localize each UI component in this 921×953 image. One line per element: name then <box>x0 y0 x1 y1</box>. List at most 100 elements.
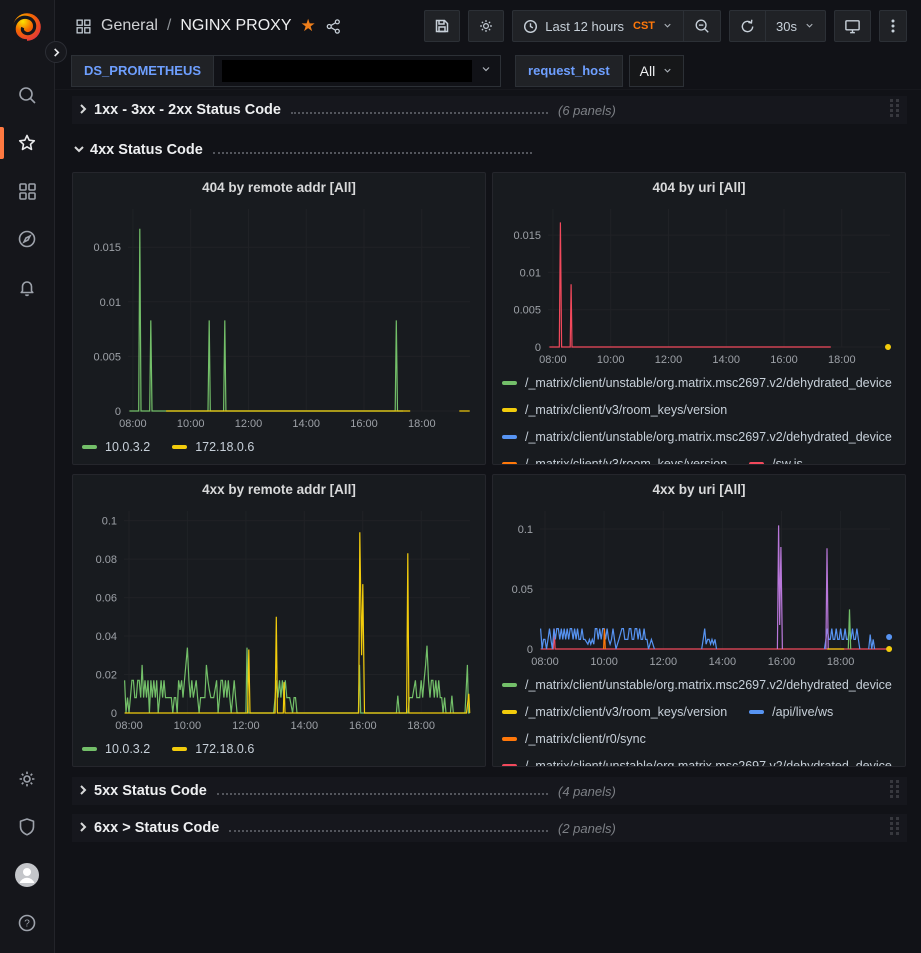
sidebar-item-help[interactable]: ? <box>0 899 54 947</box>
request-host-label[interactable]: request_host <box>515 55 623 87</box>
refresh-interval-label: 30s <box>776 19 797 34</box>
sidebar-item-explore[interactable] <box>0 215 54 263</box>
row-header-1xx-3xx-2xx[interactable]: 1xx - 3xx - 2xx Status Code (6 panels) <box>72 96 907 124</box>
legend-label: /_matrix/client/unstable/org.matrix.msc2… <box>525 678 892 692</box>
legend-item[interactable]: 172.18.0.6 <box>172 440 254 454</box>
svg-text:16:00: 16:00 <box>770 354 798 366</box>
legend-item[interactable]: 172.18.0.6 <box>172 742 254 756</box>
legend-row: /_matrix/client/unstable/org.matrix.msc2… <box>502 752 900 767</box>
time-series-chart[interactable]: 00.020.040.060.080.108:0010:0012:0014:00… <box>78 503 480 735</box>
sidebar-item-server-admin[interactable] <box>0 803 54 851</box>
svg-text:18:00: 18:00 <box>827 656 855 668</box>
sidebar-item-alerting[interactable] <box>0 263 54 311</box>
legend-swatch <box>502 435 517 439</box>
time-series-chart[interactable]: 00.0050.010.01508:0010:0012:0014:0016:00… <box>498 201 900 369</box>
svg-text:?: ? <box>24 919 30 930</box>
legend-row: /_matrix/client/v3/room_keys/version <box>502 396 900 423</box>
legend-item[interactable]: /_matrix/client/unstable/org.matrix.msc2… <box>502 759 892 768</box>
legend-item[interactable]: /_matrix/client/unstable/org.matrix.msc2… <box>502 678 892 692</box>
panel-title[interactable]: 4xx by uri [All] <box>498 475 900 503</box>
legend-label: /_matrix/client/v3/room_keys/version <box>525 457 727 466</box>
question-circle-icon: ? <box>17 913 37 933</box>
legend-item[interactable]: /_matrix/client/r0/sync <box>502 732 646 746</box>
chart-plot-area[interactable]: 00.050.108:0010:0012:0014:0016:0018:00 <box>498 503 898 671</box>
svg-text:0: 0 <box>527 644 533 656</box>
save-dashboard-button[interactable] <box>424 10 460 42</box>
chevron-right-icon <box>78 822 88 832</box>
panel-title[interactable]: 404 by uri [All] <box>498 173 900 201</box>
legend-item[interactable]: /_matrix/client/v3/room_keys/version <box>502 705 727 719</box>
apps-icon <box>75 18 92 35</box>
legend-label: 172.18.0.6 <box>195 440 254 454</box>
row-title: 5xx Status Code <box>94 783 207 799</box>
row-drag-handle[interactable] <box>889 779 901 804</box>
chevron-right-icon <box>78 104 88 114</box>
zoom-out-time-button[interactable] <box>683 11 720 41</box>
svg-text:14:00: 14:00 <box>291 720 319 732</box>
row-drag-handle[interactable] <box>889 816 901 841</box>
time-series-chart[interactable]: 00.050.108:0010:0012:0014:0016:0018:00 <box>498 503 900 671</box>
dashboard-header: General / NGINX PROXY ★ Last 12 hours CS… <box>55 0 921 52</box>
legend-label: /_matrix/client/unstable/org.matrix.msc2… <box>525 430 892 444</box>
share-icon[interactable] <box>325 18 342 35</box>
legend-item[interactable]: /sw.js <box>749 457 803 466</box>
svg-text:12:00: 12:00 <box>650 656 678 668</box>
time-range-picker[interactable]: Last 12 hours CST <box>513 11 683 41</box>
search-icon <box>17 85 37 105</box>
legend-item[interactable]: /_matrix/client/v3/room_keys/version <box>502 403 727 417</box>
svg-text:0.1: 0.1 <box>102 516 117 528</box>
refresh-button[interactable] <box>730 11 765 41</box>
legend-item[interactable]: /_matrix/client/v3/room_keys/version <box>502 457 727 466</box>
row-header-5xx[interactable]: 5xx Status Code (4 panels) <box>72 777 907 805</box>
gear-icon <box>17 769 37 789</box>
row-drag-handle[interactable] <box>889 98 901 123</box>
favorite-star-icon[interactable]: ★ <box>301 16 316 36</box>
breadcrumb-folder[interactable]: General <box>101 17 158 35</box>
legend-label: /_matrix/client/v3/room_keys/version <box>525 705 727 719</box>
request-host-select[interactable]: All <box>629 55 685 87</box>
refresh-interval-picker[interactable]: 30s <box>765 11 825 41</box>
svg-text:0: 0 <box>111 708 117 720</box>
row-header-4xx[interactable]: 4xx Status Code <box>72 136 907 164</box>
legend-swatch <box>82 747 97 751</box>
more-options-button[interactable] <box>879 10 907 42</box>
grafana-logo-icon[interactable] <box>10 10 44 49</box>
svg-text:0.04: 0.04 <box>96 631 117 643</box>
svg-text:14:00: 14:00 <box>709 656 737 668</box>
chart-plot-area[interactable]: 00.0050.010.01508:0010:0012:0014:0016:00… <box>78 201 478 433</box>
chart-plot-area[interactable]: 00.020.040.060.080.108:0010:0012:0014:00… <box>78 503 478 735</box>
legend-row: /_matrix/client/unstable/org.matrix.msc2… <box>502 369 900 396</box>
breadcrumb: General / NGINX PROXY ★ <box>75 16 342 36</box>
ds-prometheus-value-redacted <box>222 60 472 82</box>
sidebar-item-dashboards[interactable] <box>0 167 54 215</box>
time-series-chart[interactable]: 00.0050.010.01508:0010:0012:0014:0016:00… <box>78 201 480 433</box>
legend-label: 10.0.3.2 <box>105 742 150 756</box>
dashboard-settings-button[interactable] <box>468 10 504 42</box>
ds-prometheus-label[interactable]: DS_PROMETHEUS <box>71 55 213 87</box>
svg-text:16:00: 16:00 <box>768 656 796 668</box>
chart-plot-area[interactable]: 00.0050.010.01508:0010:0012:0014:0016:00… <box>498 201 898 369</box>
sidebar-item-profile[interactable] <box>0 851 54 899</box>
row-header-6xx[interactable]: 6xx > Status Code (2 panels) <box>72 814 907 842</box>
sidebar-item-search[interactable] <box>0 71 54 119</box>
panel-title[interactable]: 4xx by remote addr [All] <box>78 475 480 503</box>
breadcrumb-separator: / <box>167 17 171 35</box>
legend-item[interactable]: /_matrix/client/unstable/org.matrix.msc2… <box>502 430 892 444</box>
legend-label: /_matrix/client/v3/room_keys/version <box>525 403 727 417</box>
cycle-view-mode-button[interactable] <box>834 10 871 42</box>
legend-item[interactable]: 10.0.3.2 <box>82 440 150 454</box>
panel-title[interactable]: 404 by remote addr [All] <box>78 173 480 201</box>
panel-legend: 10.0.3.2 172.18.0.6 <box>78 735 480 762</box>
svg-text:08:00: 08:00 <box>531 656 559 668</box>
legend-item[interactable]: /_matrix/client/unstable/org.matrix.msc2… <box>502 376 892 390</box>
ds-prometheus-select[interactable] <box>213 55 501 87</box>
sidebar-expand-button[interactable] <box>45 41 67 63</box>
legend-label: 172.18.0.6 <box>195 742 254 756</box>
svg-text:0.015: 0.015 <box>513 230 541 242</box>
legend-item[interactable]: 10.0.3.2 <box>82 742 150 756</box>
sidebar-item-configuration[interactable] <box>0 755 54 803</box>
panel-404-by-remote-addr: 404 by remote addr [All] 00.0050.010.015… <box>72 172 486 465</box>
sidebar-item-starred[interactable] <box>0 119 54 167</box>
legend-item[interactable]: /api/live/ws <box>749 705 833 719</box>
dashboard-toolbar: Last 12 hours CST 30s <box>424 10 907 42</box>
